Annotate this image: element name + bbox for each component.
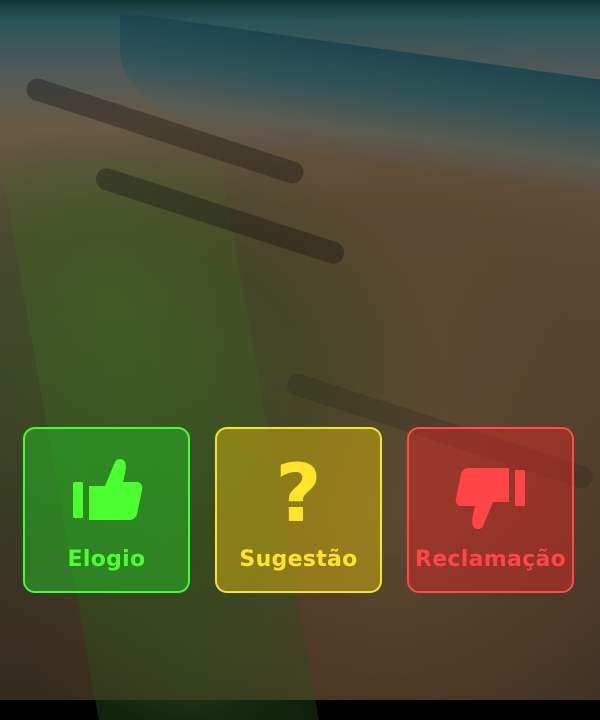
sugestao-label: Sugestão	[239, 547, 358, 572]
thumbs-up-icon	[62, 449, 152, 539]
elogio-button[interactable]: Elogio	[23, 427, 190, 593]
feedback-options: Elogio ? Sugestão Reclamação	[23, 427, 575, 593]
sugestao-button[interactable]: ? Sugestão	[215, 427, 382, 593]
background-dim-overlay	[0, 0, 600, 700]
thumbs-down-icon	[446, 449, 536, 539]
reclamacao-button[interactable]: Reclamação	[407, 427, 574, 593]
question-mark-icon: ?	[275, 447, 322, 540]
reclamacao-label: Reclamação	[414, 547, 567, 572]
elogio-label: Elogio	[67, 547, 146, 572]
